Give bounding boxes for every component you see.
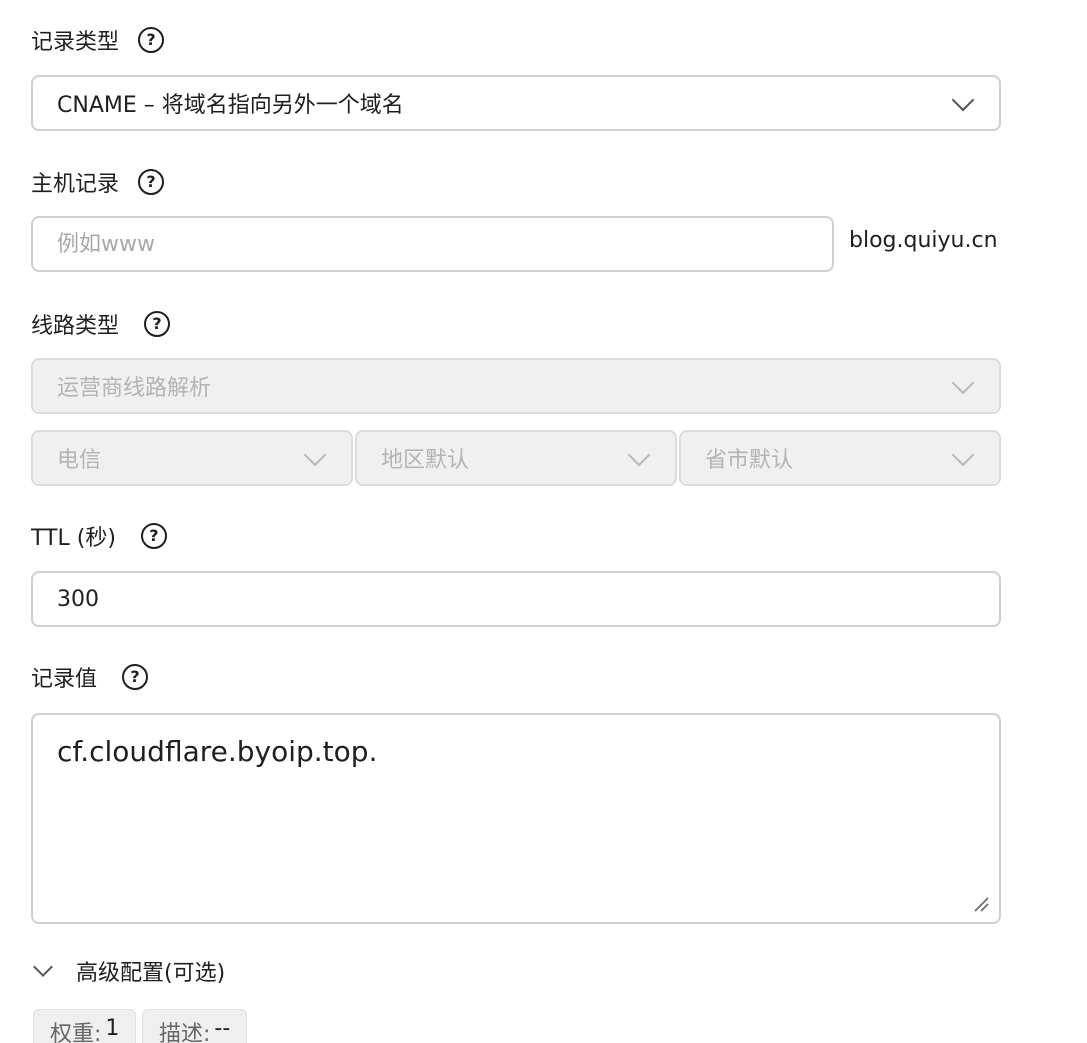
weight-value: 1 [105, 1016, 120, 1041]
question-circle-icon[interactable]: ? [138, 169, 165, 195]
question-circle-icon[interactable]: ? [138, 27, 165, 53]
weight-tag: 权重: 1 [33, 1009, 137, 1043]
ttl-label-row: TTL (秒) ? [31, 519, 167, 553]
record-value-label: 记录值 [31, 667, 98, 692]
province-value: 省市默认 [705, 448, 794, 473]
chevron-down-icon [951, 88, 975, 112]
isp-value: 电信 [57, 448, 102, 473]
advanced-config-toggle[interactable]: 高级配置(可选) [33, 955, 226, 987]
question-circle-icon[interactable]: ? [144, 311, 171, 337]
host-record-label-row: 主机记录 ? [31, 165, 165, 199]
line-type-value: 运营商线路解析 [57, 376, 212, 401]
question-circle-icon[interactable]: ? [140, 523, 167, 549]
description-tag: 描述: -- [142, 1009, 248, 1043]
host-record-input[interactable] [57, 231, 832, 257]
description-label: 描述: [159, 1022, 211, 1043]
record-type-select[interactable]: CNAME – 将域名指向另外一个域名 [31, 75, 1001, 131]
record-type-label: 记录类型 [31, 30, 120, 55]
description-value: -- [214, 1016, 231, 1041]
record-value-text: cf.cloudflare.byoip.top. [57, 735, 378, 768]
question-circle-icon[interactable]: ? [122, 664, 149, 690]
resize-handle-icon[interactable] [973, 896, 989, 912]
dns-record-form: 记录类型 ? CNAME – 将域名指向另外一个域名 主机记录 ? blog.q… [0, 0, 1087, 1043]
region-value: 地区默认 [381, 448, 470, 473]
record-value-label-row: 记录值 ? [31, 660, 149, 694]
chevron-down-icon [33, 957, 53, 977]
ttl-label: TTL (秒) [31, 526, 116, 551]
ttl-field[interactable] [31, 571, 1001, 627]
region-select[interactable]: 地区默认 [355, 430, 677, 486]
chevron-down-icon [951, 371, 975, 395]
domain-suffix: blog.quiyu.cn [849, 228, 998, 253]
host-record-label: 主机记录 [31, 172, 120, 197]
line-type-select[interactable]: 运营商线路解析 [31, 358, 1001, 414]
weight-label: 权重: [50, 1022, 102, 1043]
record-value-textarea[interactable]: cf.cloudflare.byoip.top. [31, 713, 1001, 924]
chevron-down-icon [951, 443, 975, 467]
ttl-input[interactable] [57, 586, 999, 612]
line-type-label: 线路类型 [31, 314, 120, 339]
record-type-value: CNAME – 将域名指向另外一个域名 [57, 93, 404, 118]
province-select[interactable]: 省市默认 [679, 430, 1001, 486]
host-record-field[interactable] [31, 216, 834, 272]
advanced-config-label: 高级配置(可选) [76, 961, 226, 986]
line-type-label-row: 线路类型 ? [31, 307, 171, 341]
chevron-down-icon [303, 443, 327, 467]
record-type-label-row: 记录类型 ? [31, 23, 165, 57]
chevron-down-icon [627, 443, 651, 467]
isp-select[interactable]: 电信 [31, 430, 353, 486]
